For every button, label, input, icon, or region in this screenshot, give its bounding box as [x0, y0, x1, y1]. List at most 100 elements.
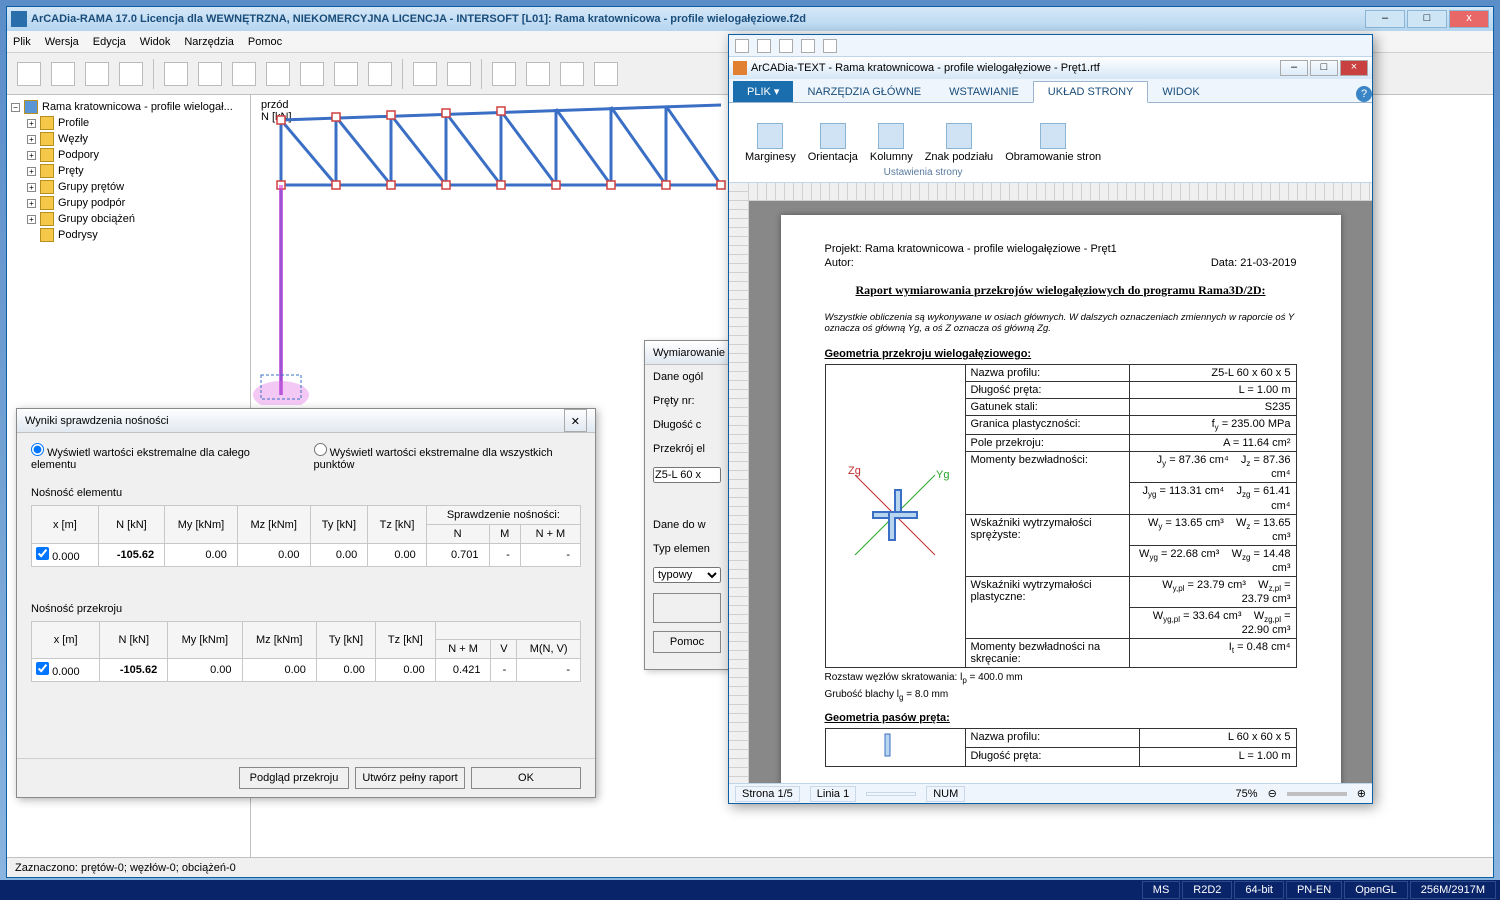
- tool-report-icon[interactable]: [594, 62, 618, 86]
- tree-item-grupy-podpor[interactable]: +Grupy podpór: [11, 195, 246, 211]
- tree-root[interactable]: −Rama kratownicowa - profile wielogał...: [11, 99, 246, 115]
- qat-print-icon[interactable]: [801, 39, 815, 53]
- project-icon: [24, 100, 38, 114]
- break-button[interactable]: Znak podziału: [925, 123, 994, 163]
- tree-item-profile[interactable]: + Profile: [11, 115, 246, 131]
- zoom-slider[interactable]: [1287, 792, 1347, 796]
- tool-move-icon[interactable]: [334, 62, 358, 86]
- dim-help-button[interactable]: Pomoc: [653, 631, 721, 653]
- tool-open-icon[interactable]: [51, 62, 75, 86]
- expand-icon[interactable]: +: [27, 119, 36, 128]
- tool-analysis-icon[interactable]: [492, 62, 516, 86]
- tool-copy-icon[interactable]: [368, 62, 392, 86]
- zoom-in-button[interactable]: ⊕: [1357, 787, 1366, 800]
- table-row[interactable]: 0.000-105.620.000.000.000.000.701--: [32, 544, 581, 567]
- radio-all-points[interactable]: Wyświetl wartości ekstremalne dla wszyst…: [314, 443, 582, 471]
- tool-saveas-icon[interactable]: [119, 62, 143, 86]
- results-titlebar: Wyniki sprawdzenia nośności ✕: [17, 409, 595, 433]
- preview-section-button[interactable]: Podgląd przekroju: [239, 767, 349, 789]
- tool-support-icon[interactable]: [232, 62, 256, 86]
- file-tab[interactable]: PLIK ▾: [733, 81, 793, 102]
- expand-icon[interactable]: +: [27, 183, 36, 192]
- tool-new-icon[interactable]: [17, 62, 41, 86]
- report-note: Wszystkie obliczenia są wykonywane w osi…: [825, 312, 1297, 334]
- tool-node-icon[interactable]: [164, 62, 188, 86]
- folder-icon: [40, 212, 54, 226]
- expand-icon[interactable]: +: [27, 167, 36, 176]
- tree-label: Profile: [58, 117, 89, 129]
- qat-open-icon[interactable]: [757, 39, 771, 53]
- vertical-ruler: [729, 183, 749, 783]
- tree-item-grupy-pretow[interactable]: +Grupy prętów: [11, 179, 246, 195]
- radio-whole-element[interactable]: Wyświetl wartości ekstremalne dla całego…: [31, 443, 284, 471]
- margins-button[interactable]: Marginesy: [745, 123, 796, 163]
- row-checkbox[interactable]: [36, 662, 49, 675]
- report-subheading: Geometria przekroju wielogałęziowego:: [825, 348, 1297, 360]
- menu-narzedzia[interactable]: Narzędzia: [184, 36, 234, 48]
- dim-type-select[interactable]: typowy: [653, 567, 721, 583]
- dim-calc-button[interactable]: [653, 593, 721, 623]
- close-icon[interactable]: ✕: [564, 409, 587, 432]
- tool-load-icon[interactable]: [266, 62, 290, 86]
- row-checkbox[interactable]: [36, 547, 49, 560]
- close-button[interactable]: x: [1449, 10, 1489, 28]
- tool-filter-icon[interactable]: [526, 62, 550, 86]
- tab-home[interactable]: NARZĘDZIA GŁÓWNE: [793, 82, 935, 102]
- zoom-out-button[interactable]: ⊖: [1268, 787, 1277, 800]
- tool-save-icon[interactable]: [85, 62, 109, 86]
- tab-page-layout[interactable]: UKŁAD STRONY: [1033, 81, 1149, 103]
- tree-item-wezly[interactable]: +Węzły: [11, 131, 246, 147]
- tool-cut-icon[interactable]: [300, 62, 324, 86]
- break-icon: [946, 123, 972, 149]
- tag-memory: 256M/2917M: [1410, 881, 1496, 899]
- editor-minimize-button[interactable]: –: [1280, 60, 1308, 76]
- expand-icon[interactable]: −: [11, 103, 20, 112]
- menu-pomoc[interactable]: Pomoc: [248, 36, 282, 48]
- help-icon[interactable]: ?: [1356, 86, 1372, 102]
- borders-button[interactable]: Obramowanie stron: [1005, 123, 1101, 163]
- tree-item-podpory[interactable]: +Podpory: [11, 147, 246, 163]
- geometry-table: Yg Zg Nazwa profilu:Z5-L 60 x 60 x 5 Dłu…: [825, 364, 1297, 668]
- menu-widok[interactable]: Widok: [140, 36, 171, 48]
- minimize-button[interactable]: –: [1365, 10, 1405, 28]
- expand-icon[interactable]: +: [27, 215, 36, 224]
- tool-redo-icon[interactable]: [447, 62, 471, 86]
- folder-icon: [40, 180, 54, 194]
- editor-close-button[interactable]: ×: [1340, 60, 1368, 76]
- menu-plik[interactable]: Plik: [13, 36, 31, 48]
- folder-icon: [40, 132, 54, 146]
- tab-insert[interactable]: WSTAWIANIE: [935, 82, 1033, 102]
- expand-icon[interactable]: +: [27, 135, 36, 144]
- separator: [402, 59, 403, 89]
- maximize-button[interactable]: □: [1407, 10, 1447, 28]
- orientation-icon: [820, 123, 846, 149]
- tree-item-grupy-obciazen[interactable]: + Grupy obciążeń: [11, 211, 246, 227]
- expand-icon[interactable]: +: [27, 199, 36, 208]
- editor-maximize-button[interactable]: □: [1310, 60, 1338, 76]
- full-report-button[interactable]: Utwórz pełny raport: [355, 767, 465, 789]
- dim-section-input[interactable]: [653, 467, 721, 483]
- qat-undo-icon[interactable]: [823, 39, 837, 53]
- tree-label: Grupy obciążeń: [58, 213, 135, 225]
- qat-new-icon[interactable]: [735, 39, 749, 53]
- ok-button[interactable]: OK: [471, 767, 581, 789]
- svg-text:Zg: Zg: [848, 465, 861, 477]
- orientation-button[interactable]: Orientacja: [808, 123, 858, 163]
- expand-icon[interactable]: +: [27, 151, 36, 160]
- qat-save-icon[interactable]: [779, 39, 793, 53]
- folder-icon: [40, 116, 54, 130]
- columns-button[interactable]: Kolumny: [870, 123, 913, 163]
- tree-item-prety[interactable]: +Pręty: [11, 163, 246, 179]
- menu-edycja[interactable]: Edycja: [93, 36, 126, 48]
- table-row[interactable]: 0.000-105.620.000.000.000.000.421--: [32, 659, 581, 682]
- document-scroll[interactable]: Projekt: Rama kratownicowa - profile wie…: [749, 201, 1372, 783]
- report-text: Rozstaw węzłów skratowania: lp = 400.0 m…: [825, 672, 1297, 685]
- menu-wersja[interactable]: Wersja: [45, 36, 79, 48]
- tool-results-icon[interactable]: [560, 62, 584, 86]
- tree-item-podrysy[interactable]: Podrysy: [11, 227, 246, 243]
- tab-view[interactable]: WIDOK: [1148, 82, 1213, 102]
- tool-element-icon[interactable]: [198, 62, 222, 86]
- dim-label: Pręty nr:: [645, 389, 728, 413]
- tool-undo-icon[interactable]: [413, 62, 437, 86]
- geometry-table-2: Nazwa profilu:L 60 x 60 x 5 Długość pręt…: [825, 728, 1297, 767]
